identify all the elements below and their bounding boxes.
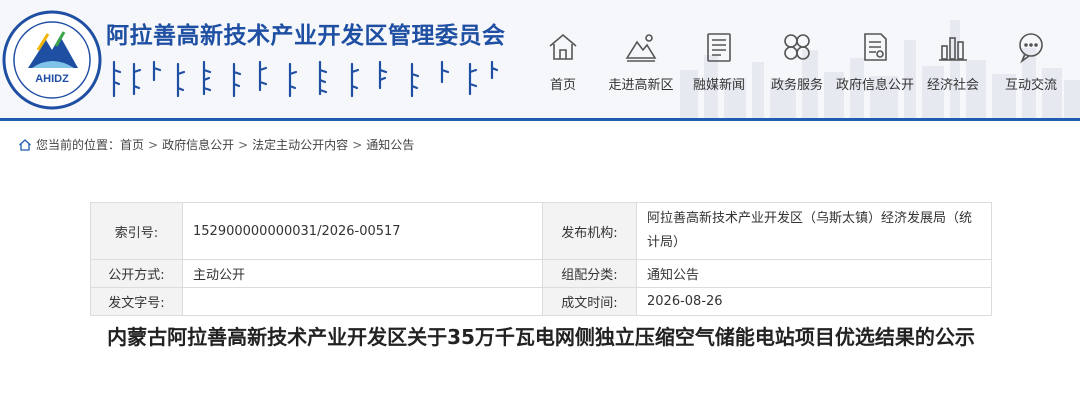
article-title: 内蒙古阿拉善高新技术产业开发区关于35万千瓦电网侧独立压缩空气储能电站项目优选结… <box>107 325 975 349</box>
nav-item-home[interactable]: 首页 <box>524 30 602 100</box>
breadcrumb-link-home[interactable]: 首页 <box>120 136 144 153</box>
nav-label: 融媒新闻 <box>692 78 745 93</box>
date-value: 2026-08-26 <box>636 287 992 316</box>
logo-text: AHIDZ <box>35 73 69 85</box>
mongolian-script-title <box>112 60 499 98</box>
table-row: 索引号: 152900000000031/2026-00517 发布机构: 阿拉… <box>90 202 992 260</box>
document-meta-table: 索引号: 152900000000031/2026-00517 发布机构: 阿拉… <box>90 202 992 316</box>
nav-item-about[interactable]: 走进高新区 <box>602 30 680 100</box>
home-icon <box>549 33 577 60</box>
index-value: 152900000000031/2026-00517 <box>182 202 543 260</box>
breadcrumb-link-info-disclosure[interactable]: 政府信息公开 <box>162 136 234 153</box>
nav-label: 政务服务 <box>770 78 823 93</box>
nav-item-interaction[interactable]: 互动交流 <box>992 30 1070 100</box>
nav-item-info-disclosure[interactable]: 政府信息公开 <box>836 30 914 100</box>
nav-item-services[interactable]: 政务服务 <box>758 30 836 100</box>
breadcrumb: 您当前的位置： 首页 > 政府信息公开 > 法定主动公开内容 > 通知公告 <box>18 136 414 153</box>
index-label: 索引号: <box>90 202 183 260</box>
docno-value <box>182 287 543 316</box>
main-nav: 首页 走进高新区 融媒新闻 政务服务 政府信息公开 经济社会 互动交流 <box>524 30 1070 100</box>
nav-item-economy[interactable]: 经济社会 <box>914 30 992 100</box>
nav-label: 首页 <box>549 78 576 93</box>
date-label: 成文时间: <box>542 287 637 316</box>
method-label: 公开方式: <box>90 259 183 288</box>
header-divider <box>0 118 1080 121</box>
table-row: 发文字号: 成文时间: 2026-08-26 <box>90 287 992 316</box>
site-header: AHIDZ 阿拉善高新技术产业开发区管理委员会 首页 走进高新区 融媒新闻 政务… <box>0 0 1080 118</box>
publisher-label: 发布机构: <box>542 202 637 260</box>
ahidz-logo[interactable]: AHIDZ <box>2 10 102 110</box>
site-title[interactable]: 阿拉善高新技术产业开发区管理委员会 <box>106 16 506 50</box>
breadcrumb-separator: > <box>238 137 249 152</box>
service-grid-icon <box>784 34 810 60</box>
mountain-icon <box>625 34 657 62</box>
news-icon <box>707 33 731 62</box>
nav-label: 经济社会 <box>926 78 979 93</box>
breadcrumb-separator: > <box>352 137 363 152</box>
table-row: 公开方式: 主动公开 组配分类: 通知公告 <box>90 259 992 288</box>
chat-icon <box>1019 33 1043 64</box>
nav-label: 政府信息公开 <box>836 78 915 93</box>
method-value: 主动公开 <box>182 259 543 288</box>
breadcrumb-link-statutory-content[interactable]: 法定主动公开内容 <box>252 136 348 153</box>
document-icon <box>864 33 887 61</box>
nav-item-news[interactable]: 融媒新闻 <box>680 30 758 100</box>
breadcrumb-link-notices[interactable]: 通知公告 <box>366 136 414 153</box>
breadcrumb-prefix: 您当前的位置： <box>36 138 121 152</box>
nav-label: 互动交流 <box>1004 78 1057 93</box>
category-value: 通知公告 <box>636 259 992 288</box>
breadcrumb-separator: > <box>148 137 159 152</box>
home-icon <box>19 138 31 151</box>
category-label: 组配分类: <box>542 259 637 288</box>
bar-chart-icon <box>939 37 967 61</box>
docno-label: 发文字号: <box>90 287 183 316</box>
publisher-value: 阿拉善高新技术产业开发区（乌斯太镇）经济发展局（统计局） <box>636 202 992 260</box>
nav-label: 走进高新区 <box>608 78 674 93</box>
